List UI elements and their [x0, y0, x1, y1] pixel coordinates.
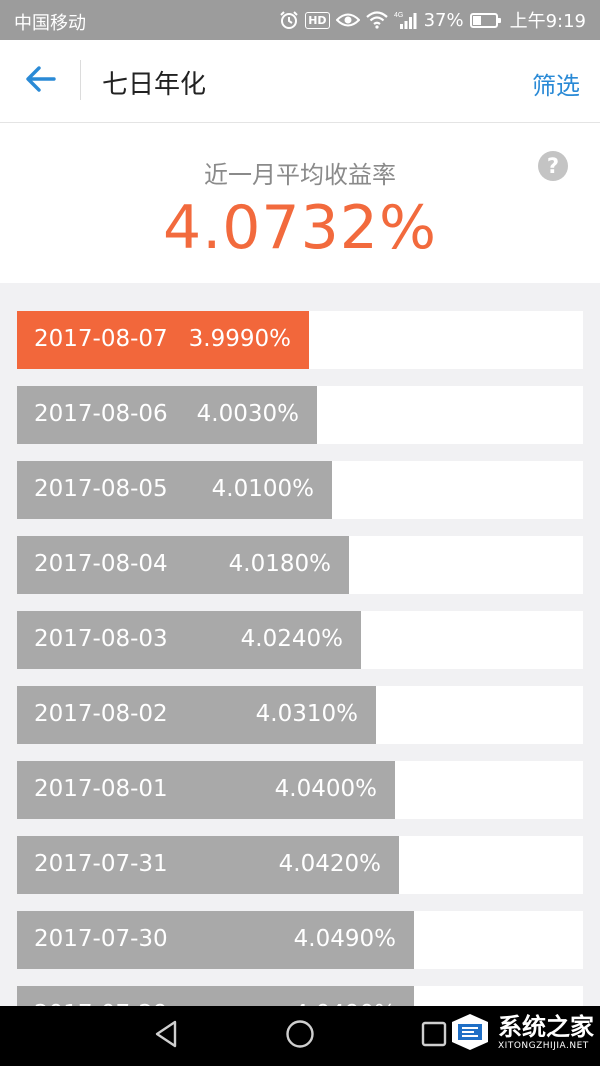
rate-date: 2017-07-31 — [34, 851, 168, 877]
rate-row[interactable]: 2017-08-01 4.0400% — [17, 761, 583, 819]
carrier-name: 中国移动 — [14, 13, 86, 34]
rate-value: 4.0180% — [228, 551, 331, 577]
watermark-text-en: XITONGZHIJIA.NET — [498, 1040, 589, 1051]
status-bar: 中国移动 HD 4G 37% 上午9:19 — [0, 0, 600, 40]
signal-icon: 4G — [394, 9, 418, 31]
clock: 上午9:19 — [509, 11, 586, 32]
watermark-logo — [448, 1012, 492, 1052]
filter-button[interactable]: 筛选 — [532, 66, 580, 101]
rate-value: 4.0490% — [293, 926, 396, 952]
rate-row[interactable]: 2017-08-02 4.0310% — [17, 686, 583, 744]
rate-row[interactable]: 2017-08-03 4.0240% — [17, 611, 583, 669]
wifi-icon — [365, 9, 388, 31]
rate-value: 4.0100% — [211, 476, 314, 502]
rate-date: 2017-08-02 — [34, 701, 168, 727]
summary-value: 4.0732% — [163, 193, 437, 263]
app-header: 七日年化 筛选 — [0, 40, 600, 123]
alarm-icon — [279, 9, 299, 31]
page-title: 七日年化 — [102, 70, 207, 100]
summary-label: 近一月平均收益率 — [204, 161, 396, 189]
rate-date: 2017-08-03 — [34, 626, 168, 652]
rate-value: 4.0240% — [240, 626, 343, 652]
battery-icon — [469, 9, 501, 31]
watermark: 系统之家 XITONGZHIJIA.NET — [448, 1012, 594, 1052]
rate-value: 3.9990% — [188, 326, 291, 352]
eye-icon — [335, 9, 360, 31]
rate-value: 4.0420% — [278, 851, 381, 877]
rate-date: 2017-08-05 — [34, 476, 168, 502]
battery-percent: 37% — [423, 9, 464, 31]
rate-date: 2017-08-04 — [34, 551, 168, 577]
help-icon[interactable]: ? — [538, 151, 568, 181]
summary-panel: 近一月平均收益率 ? 4.0732% — [0, 123, 600, 283]
rate-date: 2017-08-01 — [34, 776, 168, 802]
recents-square-icon — [421, 1021, 447, 1051]
rate-list: 2017-08-07 3.9990% 2017-08-06 4.0030% 2017-0… — [17, 311, 583, 1061]
rate-row[interactable]: 2017-08-05 4.0100% — [17, 461, 583, 519]
hd-icon: HD — [305, 9, 330, 31]
rate-value: 4.0030% — [196, 401, 299, 427]
rate-row[interactable]: 2017-08-06 4.0030% — [17, 386, 583, 444]
rate-date: 2017-08-06 — [34, 401, 168, 427]
nav-home-button[interactable] — [280, 1016, 320, 1056]
nav-back-button[interactable] — [146, 1016, 186, 1056]
rate-row[interactable]: 2017-07-31 4.0420% — [17, 836, 583, 894]
header-divider — [80, 60, 81, 100]
rate-row[interactable]: 2017-07-30 4.0490% — [17, 911, 583, 969]
rate-value: 4.0400% — [274, 776, 377, 802]
rate-row[interactable]: 2017-08-07 3.9990% — [17, 311, 583, 369]
rate-date: 2017-08-07 — [34, 326, 168, 352]
back-button[interactable] — [20, 60, 62, 102]
watermark-text-cn: 系统之家 — [498, 1012, 594, 1041]
back-arrow-icon — [26, 66, 56, 96]
status-icons: HD 4G 37% 上午9:19 — [279, 8, 586, 32]
network-type: 4G — [394, 12, 403, 19]
rate-value: 4.0310% — [255, 701, 358, 727]
rate-row[interactable]: 2017-08-04 4.0180% — [17, 536, 583, 594]
rate-date: 2017-07-30 — [34, 926, 168, 952]
home-circle-icon — [285, 1019, 315, 1053]
back-triangle-icon — [153, 1020, 179, 1052]
